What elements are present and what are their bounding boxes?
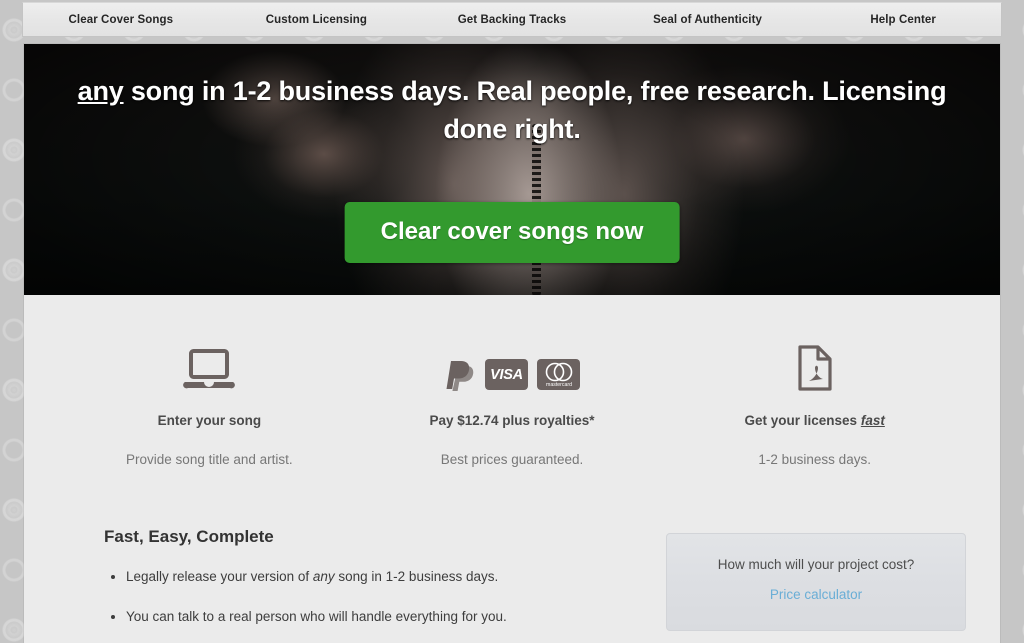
feature-enter-your-song: Enter your song Provide song title and a… <box>58 341 361 475</box>
svg-text:mastercard: mastercard <box>546 382 572 388</box>
feature-description: 1-2 business days. <box>758 452 871 467</box>
top-navigation-bar: Clear Cover Songs Custom Licensing Get B… <box>22 2 1002 37</box>
list-item: You can talk to a real person who will h… <box>126 607 636 626</box>
bullet-text-pre: You can talk to a real person who will h… <box>126 609 507 624</box>
laptop-icon <box>58 341 361 391</box>
sidebar-column: How much will your project cost? Price c… <box>666 527 966 643</box>
payment-logos: VISA mastercard <box>361 341 664 391</box>
feature-title-text: Get your licenses <box>744 413 861 428</box>
paypal-logo <box>446 361 474 391</box>
feature-title-text: Enter your song <box>157 413 262 428</box>
nav-clear-cover-songs[interactable]: Clear Cover Songs <box>23 14 219 26</box>
nav-custom-licensing[interactable]: Custom Licensing <box>219 14 415 26</box>
hero-headline: any song in 1-2 business days. Real peop… <box>74 72 950 148</box>
page-content: any song in 1-2 business days. Real peop… <box>24 44 1000 643</box>
visa-logo-text: VISA <box>490 366 523 383</box>
list-item: Legally release your version of any song… <box>126 567 636 586</box>
feature-title-text: Pay $12.74 plus royalties* <box>429 413 595 428</box>
feature-get-licenses-fast: Get your licenses fast 1-2 business days… <box>663 341 966 475</box>
mastercard-logo: mastercard <box>537 359 580 390</box>
pdf-file-icon <box>663 341 966 391</box>
bullet-text-post: song in 1-2 business days. <box>334 569 499 584</box>
feature-title-emphasis: fast <box>860 413 885 428</box>
hero-headline-rest: song in 1-2 business days. Real people, … <box>123 76 947 145</box>
bullet-text-emphasis: any <box>312 569 335 584</box>
visa-logo: VISA <box>485 359 528 390</box>
feature-description: Provide song title and artist. <box>126 452 293 467</box>
benefits-list: Legally release your version of any song… <box>104 567 636 626</box>
price-calculator-question: How much will your project cost? <box>717 557 915 572</box>
clear-cover-songs-now-button[interactable]: Clear cover songs now <box>344 202 680 263</box>
feature-columns: Enter your song Provide song title and a… <box>24 295 1000 509</box>
hero-section: any song in 1-2 business days. Real peop… <box>24 44 1000 295</box>
hero-headline-emphasis: any <box>77 76 124 107</box>
lower-content-section: Fast, Easy, Complete Legally release you… <box>24 509 1000 643</box>
benefits-column: Fast, Easy, Complete Legally release you… <box>104 527 666 643</box>
bullet-text-pre: Legally release your version of <box>126 569 313 584</box>
feature-title: Get your licenses fast <box>663 413 966 428</box>
feature-pay-plus-royalties: VISA mastercard Pay $12.74 plus royaltie… <box>361 341 664 475</box>
nav-help-center[interactable]: Help Center <box>805 14 1001 26</box>
feature-description: Best prices guaranteed. <box>440 452 584 467</box>
benefits-heading: Fast, Easy, Complete <box>104 527 274 546</box>
nav-seal-of-authenticity[interactable]: Seal of Authenticity <box>610 14 806 26</box>
feature-title: Pay $12.74 plus royalties* <box>361 413 664 428</box>
nav-get-backing-tracks[interactable]: Get Backing Tracks <box>414 14 610 26</box>
price-calculator-card: How much will your project cost? Price c… <box>666 533 966 631</box>
price-calculator-link[interactable]: Price calculator <box>770 587 862 602</box>
feature-title: Enter your song <box>58 413 361 428</box>
